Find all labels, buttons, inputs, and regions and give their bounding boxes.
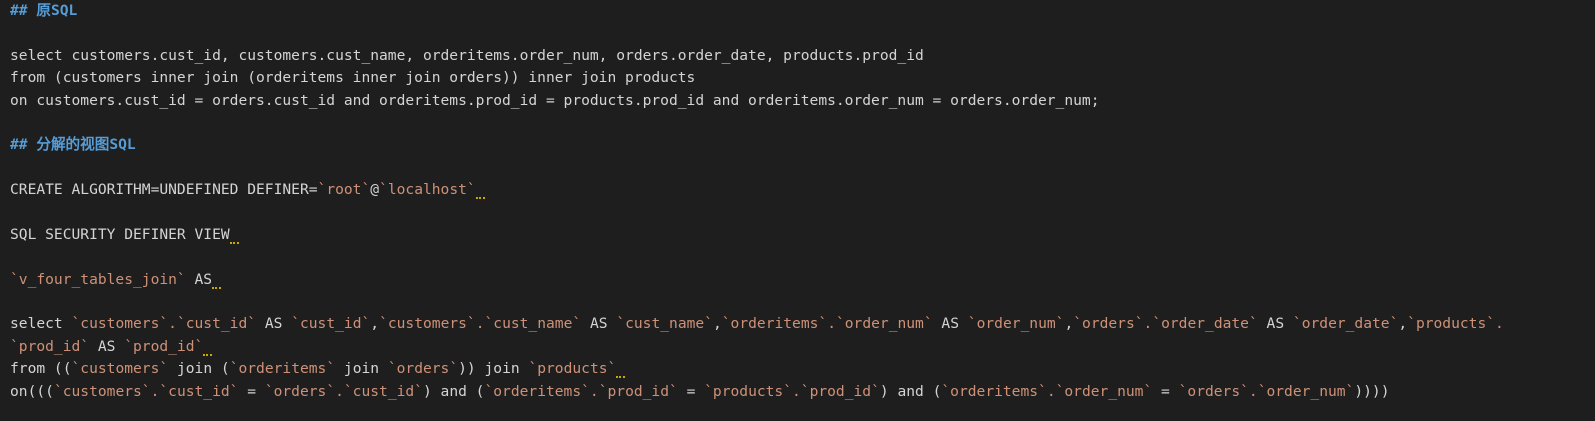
code-identifier: `cust_id` <box>291 315 371 333</box>
warning-squiggle-icon[interactable] <box>475 179 486 201</box>
code-identifier: `root` <box>317 181 371 199</box>
code-identifier: `order_num` <box>967 315 1065 333</box>
code-identifier: `products` <box>528 360 617 378</box>
warning-squiggle-icon[interactable] <box>616 358 626 380</box>
warning-squiggle-icon[interactable] <box>229 224 240 246</box>
code-text: , <box>712 315 722 333</box>
code-text: from (( <box>10 360 72 378</box>
view-sql-on-line: on(((`customers`.`cust_id` = `orders`.`c… <box>10 381 1595 403</box>
code-text: AS <box>256 315 292 333</box>
code-text: , <box>1064 315 1074 333</box>
warning-squiggle-icon[interactable] <box>212 269 222 291</box>
heading-original-sql: ## 原SQL <box>10 2 78 19</box>
code-identifier: `customers` <box>71 360 169 378</box>
code-identifier: `localhost` <box>379 181 476 199</box>
code-text: AS <box>581 315 617 333</box>
code-text: AS <box>1257 315 1293 333</box>
warning-squiggle-icon[interactable] <box>203 336 213 358</box>
code-text: = <box>1152 382 1179 400</box>
code-text: AS <box>185 270 213 288</box>
orig-sql-line-1: select customers.cust_id, customers.cust… <box>10 46 924 64</box>
code-text: ) and ( <box>879 382 942 400</box>
code-identifier: `prod_id` <box>124 337 204 355</box>
orig-sql-line-3: on customers.cust_id = orders.cust_id an… <box>10 91 1100 109</box>
code-identifier: `prod_id` <box>10 337 90 355</box>
code-identifier: `orderitems`.`prod_id` <box>484 382 678 400</box>
code-identifier: `orderitems` <box>229 360 336 378</box>
code-identifier: `customers`.`cust_id` <box>53 382 239 400</box>
code-identifier: `orders` <box>387 360 459 378</box>
code-text: )))) <box>1354 382 1390 400</box>
code-text: ) and ( <box>422 382 485 400</box>
view-sql-name-line: `v_four_tables_join` AS <box>10 269 1595 291</box>
orig-sql-line-2: from (customers inner join (orderitems i… <box>10 69 696 87</box>
code-identifier: `v_four_tables_join` <box>10 270 186 288</box>
markdown-editor[interactable]: ## 原SQL select customers.cust_id, custom… <box>10 0 1595 421</box>
view-sql-create-line: CREATE ALGORITHM=UNDEFINED DEFINER=`root… <box>10 179 1595 201</box>
code-text: CREATE ALGORITHM=UNDEFINED DEFINER= <box>10 181 318 199</box>
view-sql-select-line: select `customers`.`cust_id` AS `cust_id… <box>10 313 1595 335</box>
code-identifier: `customers`.`cust_id` <box>71 315 257 333</box>
code-text: )) join <box>458 360 529 378</box>
code-text: @ <box>370 181 380 199</box>
view-sql-select-wrap-line: `prod_id` AS `prod_id` <box>10 336 1595 358</box>
code-text: SQL SECURITY DEFINER VIEW <box>10 225 230 243</box>
code-identifier: `orders`.`cust_id` <box>264 382 423 400</box>
code-identifier: `orderitems`.`order_num` <box>721 315 933 333</box>
view-sql-from-line: from ((`customers` join (`orderitems` jo… <box>10 358 1595 380</box>
code-text: , <box>370 315 380 333</box>
code-text: AS <box>89 337 125 355</box>
code-identifier: `customers`.`cust_name` <box>379 315 582 333</box>
heading-view-sql: ## 分解的视图SQL <box>10 136 136 154</box>
code-identifier: `products`.`prod_id` <box>704 382 880 400</box>
code-text: join ( <box>168 360 230 378</box>
code-text: , <box>1398 315 1408 333</box>
code-text: join <box>335 360 388 378</box>
code-text: = <box>238 382 265 400</box>
code-identifier: `cust_name` <box>616 315 713 333</box>
code-text: = <box>677 382 705 400</box>
code-identifier: `orders`.`order_num` <box>1178 382 1355 400</box>
code-identifier: `orderitems`.`order_num` <box>941 382 1153 400</box>
code-text: AS <box>932 315 968 333</box>
code-identifier: `orders`.`order_date` <box>1073 315 1258 333</box>
code-identifier: `products`. <box>1407 315 1504 333</box>
code-text: select <box>10 315 72 333</box>
code-text: on((( <box>10 382 54 400</box>
code-identifier: `order_date` <box>1292 315 1399 333</box>
view-sql-security-line: SQL SECURITY DEFINER VIEW <box>10 224 1595 246</box>
